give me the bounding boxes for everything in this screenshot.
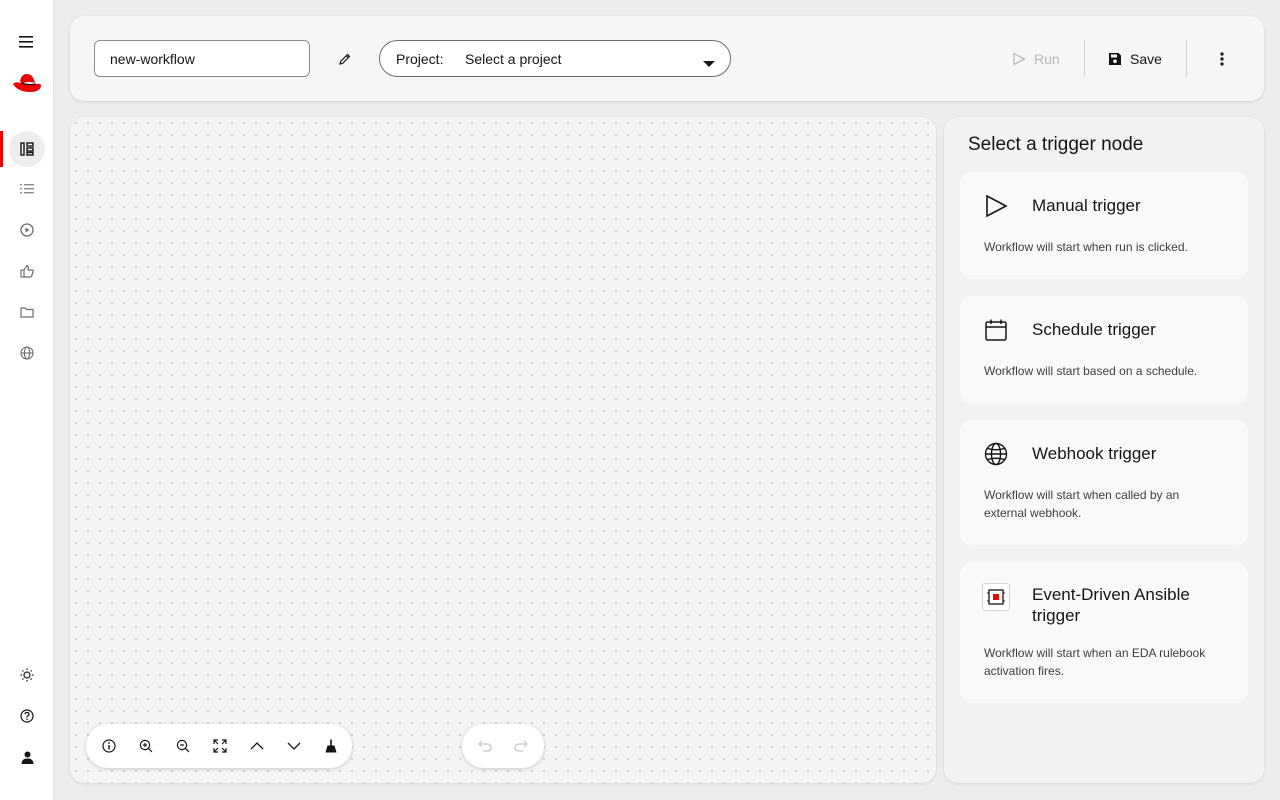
trigger-card-eda[interactable]: Event-Driven Ansible trigger Workflow wi… [960, 562, 1248, 703]
play-icon [1013, 52, 1026, 66]
trigger-description: Workflow will start when run is clicked. [984, 240, 1188, 254]
redo-icon[interactable] [510, 735, 532, 757]
toolbar-divider [1186, 40, 1187, 77]
workflow-canvas[interactable] [70, 117, 936, 783]
help-icon[interactable] [9, 698, 45, 734]
play-circle-icon[interactable] [9, 212, 45, 248]
eda-icon [982, 583, 1010, 611]
globe-icon [982, 440, 1010, 468]
kebab-menu-icon[interactable] [1212, 46, 1232, 72]
trigger-description: Workflow will start based on a schedule. [984, 364, 1198, 378]
workflow-name-input[interactable] [94, 40, 310, 77]
run-button[interactable]: Run [1012, 46, 1060, 72]
trigger-description: Workflow will start when an EDA rulebook… [984, 646, 1206, 678]
nav-rail [0, 0, 54, 800]
clean-layout-icon[interactable] [320, 735, 342, 757]
play-outline-icon [982, 192, 1010, 220]
zoom-out-icon[interactable] [172, 735, 194, 757]
project-select-value: Select a project [465, 50, 562, 67]
redhat-logo[interactable] [9, 65, 45, 101]
trigger-panel: Select a trigger node Manual trigger Wor… [944, 117, 1264, 783]
thumbs-up-icon[interactable] [9, 253, 45, 289]
trigger-card-schedule[interactable]: Schedule trigger Workflow will start bas… [960, 296, 1248, 403]
save-button-label: Save [1130, 51, 1162, 67]
trigger-title: Webhook trigger [1032, 444, 1157, 463]
caret-down-icon [702, 55, 716, 71]
save-icon [1109, 53, 1121, 65]
canvas-controls [86, 724, 352, 768]
active-indicator [0, 131, 3, 167]
trigger-description: Workflow will start when called by an ex… [984, 488, 1180, 520]
pencil-icon[interactable] [332, 46, 358, 72]
run-button-label: Run [1034, 51, 1060, 67]
toolbar-divider [1084, 40, 1085, 77]
list-icon[interactable] [9, 171, 45, 207]
info-icon[interactable] [98, 735, 120, 757]
calendar-icon [982, 316, 1010, 344]
trigger-title: Event-Driven Ansible trigger [1032, 585, 1190, 625]
chevron-down-icon[interactable] [283, 735, 305, 757]
save-button[interactable]: Save [1108, 46, 1162, 72]
workflow-toolbar: Project: Select a project Run Save [70, 16, 1264, 101]
workflow-icon[interactable] [9, 131, 45, 167]
fit-view-icon[interactable] [209, 735, 231, 757]
chevron-up-icon[interactable] [246, 735, 268, 757]
zoom-in-icon[interactable] [135, 735, 157, 757]
panel-title: Select a trigger node [968, 134, 1144, 155]
globe-icon[interactable] [9, 335, 45, 371]
undo-icon[interactable] [474, 735, 496, 757]
project-select[interactable]: Project: Select a project [379, 40, 731, 77]
folder-icon[interactable] [9, 294, 45, 330]
project-select-label: Project: [396, 50, 444, 67]
trigger-title: Schedule trigger [1032, 320, 1156, 339]
trigger-title: Manual trigger [1032, 196, 1141, 215]
user-icon[interactable] [9, 739, 45, 775]
menu-icon[interactable] [9, 24, 45, 60]
trigger-card-manual[interactable]: Manual trigger Workflow will start when … [960, 172, 1248, 279]
sun-icon[interactable] [9, 657, 45, 693]
history-controls [462, 724, 544, 768]
trigger-card-webhook[interactable]: Webhook trigger Workflow will start when… [960, 420, 1248, 545]
